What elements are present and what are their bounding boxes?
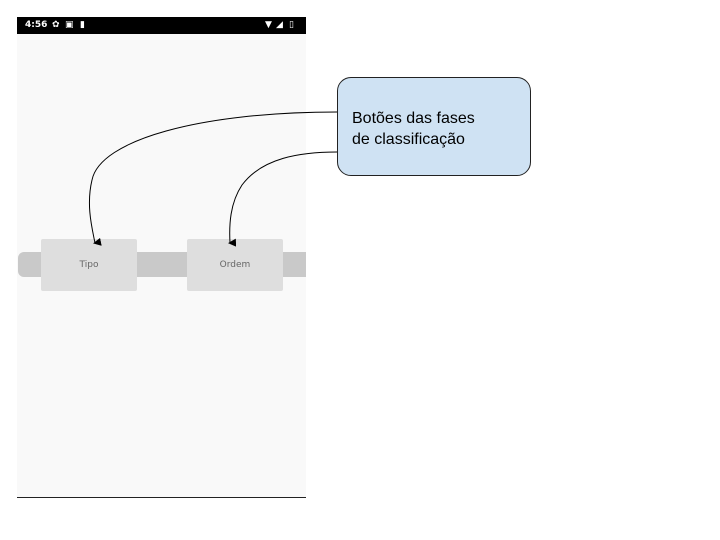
phase-button-label: Ordem: [219, 260, 251, 270]
callout-line-2: de classificação: [352, 131, 465, 148]
phase-button-label: Tipo: [79, 260, 99, 270]
phase-button-tipo[interactable]: Tipo: [41, 239, 137, 291]
phase-button-ordem[interactable]: Ordem: [187, 239, 283, 291]
phone-screen: 4:56 ✿ ▣ ▮ ▼ ◢ ▯ Tipo Ordem: [17, 17, 306, 498]
settings-icon: ✿: [52, 20, 60, 30]
annotation-callout: Botões das fases de classificação: [337, 77, 531, 176]
callout-line-1: Botões das fases: [352, 110, 475, 127]
sd-card-icon: ▮: [80, 20, 85, 30]
status-bar: 4:56 ✿ ▣ ▮ ▼ ◢ ▯: [17, 17, 306, 34]
status-time: 4:56: [25, 20, 48, 30]
signal-icon: ◢: [276, 20, 283, 30]
wifi-icon: ▼: [265, 20, 272, 30]
media-icon: ▣: [65, 20, 74, 30]
battery-icon: ▯: [289, 20, 294, 30]
callout-text: Botões das fases de classificação: [352, 108, 522, 150]
